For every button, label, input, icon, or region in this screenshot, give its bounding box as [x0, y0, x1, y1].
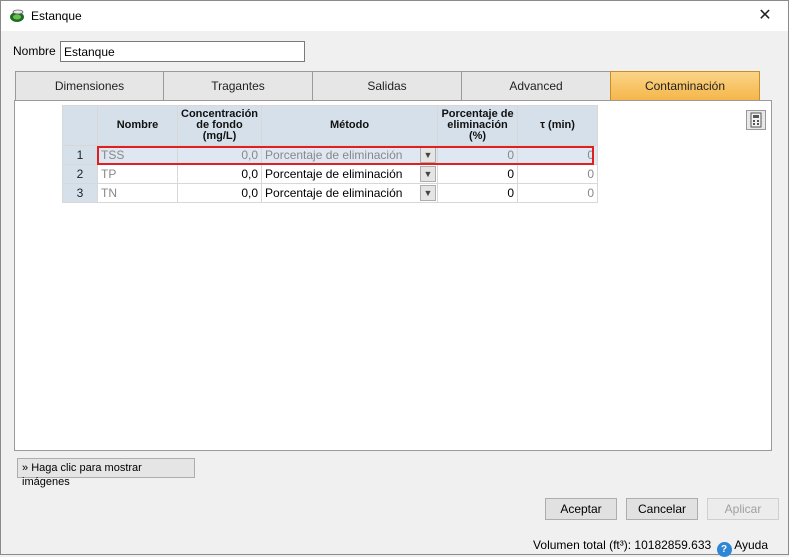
dialog-window: Estanque ✕ Nombre Dimensiones Tragantes … — [0, 0, 789, 557]
header-metodo[interactable]: Método — [261, 105, 439, 146]
chevron-down-icon[interactable]: ▼ — [420, 185, 437, 201]
tab-salidas[interactable]: Salidas — [312, 71, 462, 101]
pollutant-grid: Nombre Concentración de fondo (mg/L) Mét… — [62, 105, 599, 203]
tab-advanced[interactable]: Advanced — [461, 71, 611, 101]
grid-header-row: Nombre Concentración de fondo (mg/L) Mét… — [62, 105, 599, 146]
cell-tau[interactable]: 0 — [517, 164, 599, 184]
show-images-button[interactable]: » Haga clic para mostrar imágenes — [17, 458, 195, 488]
cell-concentracion[interactable]: 0,0 — [176, 145, 263, 165]
cell-nombre: TSS — [97, 145, 178, 165]
double-chevron-down-icon: » — [22, 462, 29, 474]
cell-porcentaje[interactable]: 0 — [437, 145, 519, 165]
show-images-label: Haga clic para mostrar imágenes — [22, 462, 142, 488]
row-index[interactable]: 3 — [62, 183, 98, 203]
tab-strip: Dimensiones Tragantes Salidas Advanced C… — [15, 71, 761, 101]
cell-concentracion[interactable]: 0,0 — [176, 183, 263, 203]
cell-tau[interactable]: 0 — [517, 145, 599, 165]
title-bar: Estanque ✕ — [1, 1, 788, 31]
metodo-value: Porcentaje de eliminación — [265, 186, 403, 200]
header-tau[interactable]: τ (min) — [517, 105, 599, 146]
header-nombre[interactable]: Nombre — [97, 105, 178, 146]
total-volume: Volumen total (ft³): 10182859.633 — [533, 538, 712, 552]
cell-porcentaje[interactable]: 0 — [437, 164, 519, 184]
calculator-glyph — [750, 112, 762, 128]
table-row[interactable]: 1 TSS 0,0 Porcentaje de eliminación ▼ 0 … — [62, 145, 599, 165]
window-title: Estanque — [31, 9, 82, 23]
cell-nombre: TP — [97, 164, 178, 184]
calculator-icon[interactable] — [746, 110, 766, 130]
header-concentracion[interactable]: Concentración de fondo (mg/L) — [176, 105, 263, 146]
status-bar: Volumen total (ft³): 10182859.633 ? Ayud… — [533, 538, 768, 557]
help-link[interactable]: Ayuda — [734, 538, 768, 552]
cell-concentracion[interactable]: 0,0 — [176, 164, 263, 184]
cancel-button[interactable]: Cancelar — [626, 498, 698, 520]
name-input[interactable] — [60, 41, 305, 62]
tab-contaminacion[interactable]: Contaminación — [610, 71, 760, 101]
tab-dimensiones[interactable]: Dimensiones — [15, 71, 164, 101]
row-header-corner — [62, 105, 98, 146]
app-icon — [10, 9, 24, 22]
table-row[interactable]: 3 TN 0,0 Porcentaje de eliminación ▼ 0 0 — [62, 183, 599, 203]
chevron-down-icon[interactable]: ▼ — [420, 166, 437, 182]
metodo-value: Porcentaje de eliminación — [265, 148, 403, 162]
cell-metodo[interactable]: Porcentaje de eliminación ▼ — [261, 183, 439, 203]
cell-porcentaje[interactable]: 0 — [437, 183, 519, 203]
apply-button[interactable]: Aplicar — [707, 498, 779, 520]
chevron-down-icon[interactable]: ▼ — [420, 147, 437, 163]
table-row[interactable]: 2 TP 0,0 Porcentaje de eliminación ▼ 0 0 — [62, 164, 599, 184]
cell-metodo[interactable]: Porcentaje de eliminación ▼ — [261, 164, 439, 184]
cell-nombre: TN — [97, 183, 178, 203]
cell-tau[interactable]: 0 — [517, 183, 599, 203]
cell-metodo[interactable]: Porcentaje de eliminación ▼ — [261, 145, 439, 165]
tab-tragantes[interactable]: Tragantes — [163, 71, 313, 101]
metodo-value: Porcentaje de eliminación — [265, 167, 403, 181]
header-porcentaje[interactable]: Porcentaje de eliminación (%) — [437, 105, 519, 146]
accept-button[interactable]: Aceptar — [545, 498, 617, 520]
name-label: Nombre — [13, 44, 56, 58]
row-index[interactable]: 1 — [62, 145, 98, 165]
row-index[interactable]: 2 — [62, 164, 98, 184]
close-icon[interactable]: ✕ — [742, 1, 788, 31]
contamination-panel: Nombre Concentración de fondo (mg/L) Mét… — [14, 100, 772, 451]
